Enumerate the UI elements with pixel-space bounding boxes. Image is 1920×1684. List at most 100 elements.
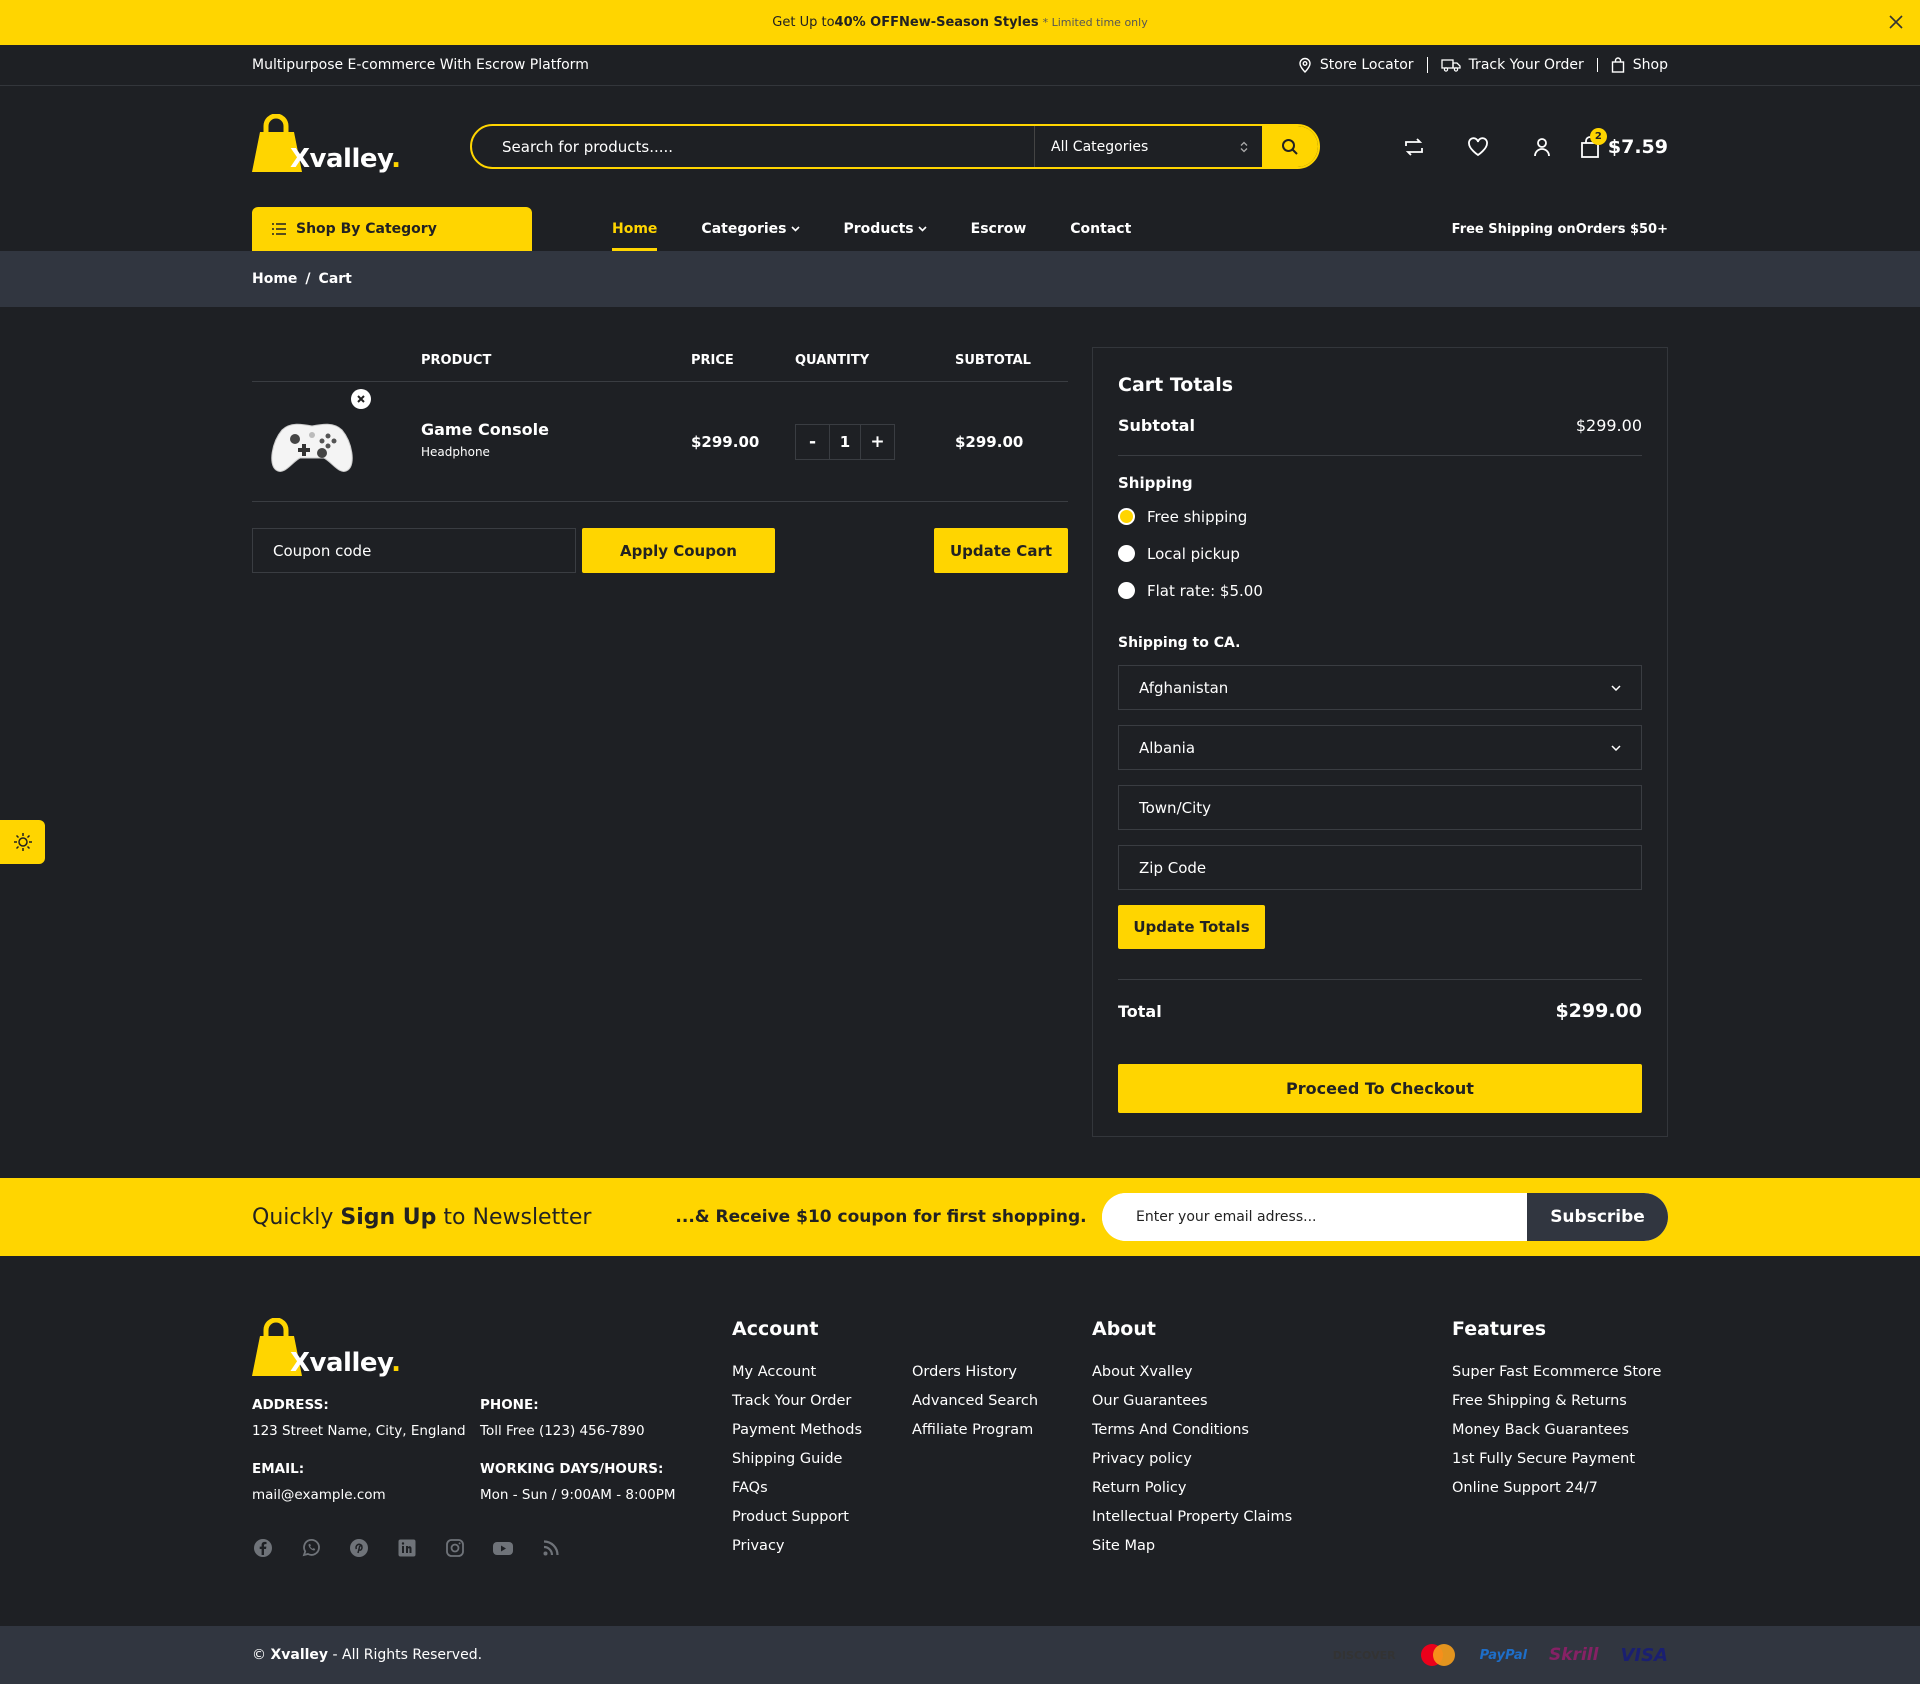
- country-select-value: Afghanistan: [1139, 678, 1229, 697]
- shipping-option-pickup[interactable]: Local pickup: [1118, 535, 1642, 572]
- search-input[interactable]: [472, 126, 1034, 167]
- footer-link[interactable]: Money Back Guarantees: [1452, 1416, 1661, 1445]
- pinterest-icon[interactable]: [348, 1537, 370, 1559]
- footer-link[interactable]: Privacy policy: [1092, 1445, 1292, 1474]
- footer-address: ADDRESS: 123 Street Name, City, England: [252, 1397, 466, 1439]
- footer-link[interactable]: My Account: [732, 1358, 912, 1387]
- state-select[interactable]: Albania: [1118, 725, 1642, 770]
- compare-button[interactable]: [1382, 132, 1446, 162]
- coupon-input[interactable]: [252, 528, 576, 573]
- footer: Xvalley. ADDRESS: 123 Street Name, City, …: [0, 1256, 1920, 1626]
- footer-link[interactable]: Affiliate Program: [912, 1416, 1038, 1445]
- category-select[interactable]: All Categories: [1034, 126, 1262, 167]
- linkedin-icon[interactable]: [396, 1537, 418, 1559]
- promo-banner: Get Up to 40% OFF New-Season Styles * Li…: [0, 0, 1920, 45]
- breadcrumb-bar: Home / Cart: [0, 251, 1920, 307]
- logo[interactable]: Xvalley.: [252, 114, 401, 174]
- header-product: PRODUCT: [421, 353, 492, 368]
- cart-amount: $7.59: [1607, 136, 1668, 158]
- theme-toggle-button[interactable]: [0, 820, 45, 864]
- subtotal-value: $299.00: [1575, 416, 1642, 435]
- footer-link[interactable]: Return Policy: [1092, 1474, 1292, 1503]
- footer-logo[interactable]: Xvalley.: [252, 1318, 401, 1378]
- apply-coupon-button[interactable]: Apply Coupon: [582, 528, 775, 573]
- nav-contact[interactable]: Contact: [1070, 207, 1131, 251]
- close-icon[interactable]: [1886, 12, 1906, 32]
- footer-link[interactable]: Payment Methods: [732, 1416, 912, 1445]
- cart-table: PRODUCT PRICE QUANTITY SUBTOTAL Game Con…: [252, 340, 1068, 602]
- quantity-decrease-button[interactable]: -: [796, 425, 829, 459]
- country-select[interactable]: Afghanistan: [1118, 665, 1642, 710]
- header-quantity: QUANTITY: [795, 353, 870, 368]
- subscribe-button[interactable]: Subscribe: [1527, 1193, 1668, 1241]
- footer-link[interactable]: Site Map: [1092, 1532, 1292, 1561]
- shop-link[interactable]: Shop: [1598, 57, 1668, 73]
- footer-link[interactable]: Orders History: [912, 1358, 1038, 1387]
- footer-link[interactable]: Online Support 24/7: [1452, 1474, 1661, 1503]
- footer-link[interactable]: Free Shipping & Returns: [1452, 1387, 1661, 1416]
- truck-icon: [1440, 59, 1461, 72]
- product-price: $299.00: [691, 433, 760, 451]
- product-name[interactable]: Game Console: [421, 420, 549, 439]
- payment-methods: DISCOVER PayPal Skrill VISA: [1333, 1642, 1668, 1668]
- nav-home[interactable]: Home: [612, 207, 658, 251]
- zip-field[interactable]: Zip Code: [1118, 845, 1642, 890]
- footer-link[interactable]: Shipping Guide: [732, 1445, 912, 1474]
- search-bar: All Categories: [470, 124, 1320, 169]
- quantity-value[interactable]: 1: [829, 425, 861, 459]
- whatsapp-icon[interactable]: [300, 1537, 322, 1559]
- quantity-increase-button[interactable]: +: [861, 425, 894, 459]
- account-button[interactable]: [1510, 132, 1574, 162]
- search-icon: [1282, 138, 1298, 155]
- shipping-label: Shipping: [1118, 474, 1193, 492]
- footer-link[interactable]: About Xvalley: [1092, 1358, 1292, 1387]
- facebook-icon[interactable]: [252, 1537, 274, 1559]
- newsletter-email-input[interactable]: [1102, 1193, 1527, 1241]
- track-order-label: Track Your Order: [1468, 57, 1584, 73]
- shop-by-category-button[interactable]: Shop By Category: [252, 207, 532, 251]
- wishlist-button[interactable]: [1446, 132, 1510, 162]
- footer-link[interactable]: Privacy: [732, 1532, 912, 1561]
- footer-link[interactable]: Terms And Conditions: [1092, 1416, 1292, 1445]
- footer-link[interactable]: Product Support: [732, 1503, 912, 1532]
- nav-products[interactable]: Products: [844, 207, 927, 251]
- header-subtotal: SUBTOTAL: [955, 353, 1031, 368]
- shipping-option-free[interactable]: Free shipping: [1118, 498, 1642, 535]
- footer-link[interactable]: Super Fast Ecommerce Store: [1452, 1358, 1661, 1387]
- breadcrumb-current: Cart: [318, 271, 352, 287]
- footer-link[interactable]: Track Your Order: [732, 1387, 912, 1416]
- shipping-option-flat[interactable]: Flat rate: $5.00: [1118, 572, 1642, 609]
- footer-link[interactable]: Our Guarantees: [1092, 1387, 1292, 1416]
- user-icon: [1533, 138, 1550, 157]
- subtotal-label: Subtotal: [1118, 416, 1195, 435]
- chevron-down-icon: [1611, 744, 1621, 751]
- update-cart-button[interactable]: Update Cart: [934, 528, 1068, 573]
- chevron-down-icon: [790, 226, 800, 232]
- footer-link[interactable]: FAQs: [732, 1474, 912, 1503]
- footer-link[interactable]: Advanced Search: [912, 1387, 1038, 1416]
- product-thumbnail[interactable]: [262, 402, 362, 482]
- footer-link[interactable]: Intellectual Property Claims: [1092, 1503, 1292, 1532]
- cart-button[interactable]: 2 $7.59: [1580, 128, 1668, 158]
- city-field[interactable]: Town/City: [1118, 785, 1642, 830]
- map-pin-icon: [1299, 57, 1311, 73]
- remove-item-button[interactable]: [351, 389, 371, 409]
- logo-text: Xvalley.: [290, 1348, 401, 1378]
- visa-logo: VISA: [1620, 1644, 1668, 1666]
- update-totals-button[interactable]: Update Totals: [1118, 905, 1265, 949]
- breadcrumb-home[interactable]: Home: [252, 271, 297, 287]
- instagram-icon[interactable]: [444, 1537, 466, 1559]
- footer-features-column: Features Super Fast Ecommerce Store Free…: [1452, 1318, 1661, 1503]
- proceed-to-checkout-button[interactable]: Proceed To Checkout: [1118, 1064, 1642, 1113]
- store-locator-link[interactable]: Store Locator: [1285, 57, 1428, 73]
- nav-categories[interactable]: Categories: [701, 207, 800, 251]
- list-icon: [272, 223, 286, 235]
- rss-icon[interactable]: [540, 1537, 562, 1559]
- nav-escrow[interactable]: Escrow: [971, 207, 1027, 251]
- track-order-link[interactable]: Track Your Order: [1428, 58, 1598, 72]
- category-select-value: All Categories: [1051, 138, 1149, 155]
- footer-about-title: About: [1092, 1318, 1156, 1340]
- search-button[interactable]: [1262, 126, 1318, 167]
- youtube-icon[interactable]: [492, 1537, 514, 1559]
- footer-link[interactable]: 1st Fully Secure Payment: [1452, 1445, 1661, 1474]
